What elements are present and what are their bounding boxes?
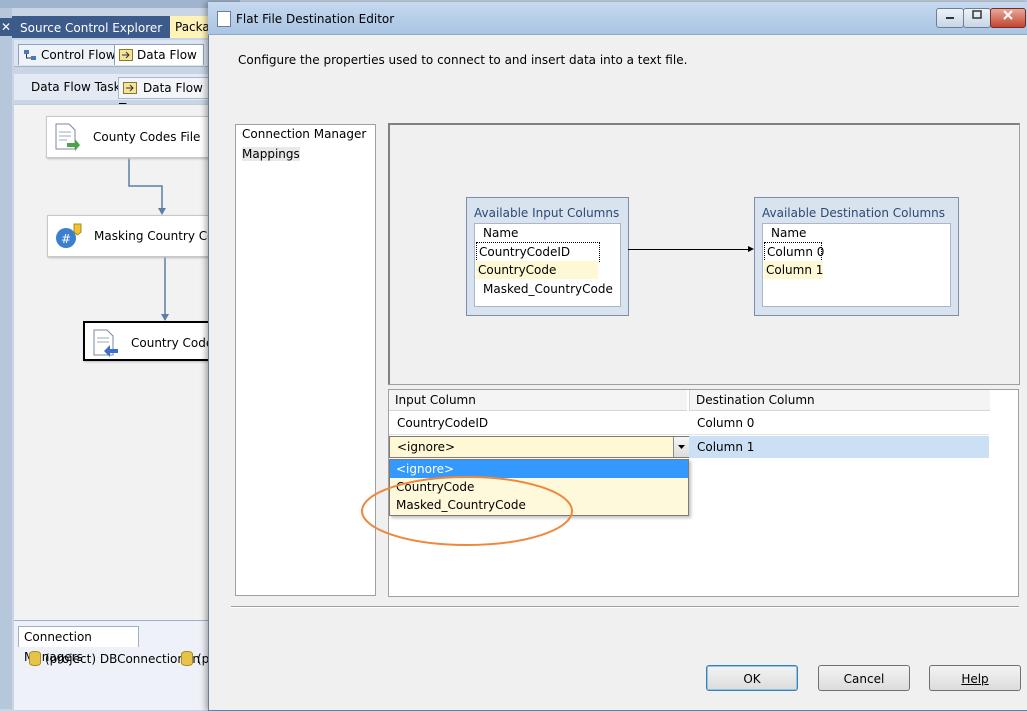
control-flow-icon xyxy=(23,47,37,60)
data-flow-icon xyxy=(119,47,133,61)
destination-columns-header: Name xyxy=(771,226,807,240)
tab-source-control-explorer[interactable]: Source Control Explorer xyxy=(12,18,178,38)
destination-column-row[interactable]: Column 0 xyxy=(764,242,824,262)
grid-header-destination-column[interactable]: Destination Column xyxy=(689,390,990,411)
close-icon[interactable]: ✕ xyxy=(0,18,12,36)
database-icon xyxy=(181,651,193,666)
data-flow-task-label: Data Flow Task: xyxy=(31,80,125,94)
close-button[interactable] xyxy=(990,8,1026,28)
input-column-row[interactable]: CountryCodeID xyxy=(476,242,600,262)
tab-connection-managers[interactable]: Connection Managers xyxy=(18,626,139,664)
connection-manager-label: (project) DBConnection In xyxy=(45,652,200,666)
help-button[interactable]: Help xyxy=(929,665,1021,691)
combobox-value: <ignore> xyxy=(397,440,456,454)
grid-cell-input[interactable]: CountryCodeID xyxy=(389,412,689,435)
maximize-button[interactable] xyxy=(963,8,991,28)
mapping-line xyxy=(628,249,752,250)
input-columns-header: Name xyxy=(483,226,519,240)
input-column-row[interactable]: Masked_CountryCode xyxy=(481,280,615,298)
node-masking-country-code[interactable]: # Masking Country Code D xyxy=(47,215,243,257)
flat-file-destination-icon xyxy=(91,329,119,357)
dialog-separator xyxy=(231,606,1019,608)
nav-mappings[interactable]: Mappings xyxy=(242,147,300,161)
ide-left-edge xyxy=(0,8,12,709)
tab-data-flow-label: Data Flow xyxy=(137,48,197,62)
grid-cell-destination: Column 1 xyxy=(689,436,989,458)
connection-manager-item[interactable]: (p xyxy=(181,650,209,668)
dropdown-option-ignore[interactable]: <ignore> xyxy=(390,460,688,478)
dialog-title: Flat File Destination Editor xyxy=(236,12,395,26)
destination-column-row[interactable]: Column 1 xyxy=(764,261,823,279)
chevron-down-icon xyxy=(678,445,685,449)
input-columns-caption: Available Input Columns xyxy=(474,206,620,220)
node-county-codes-file[interactable]: County Codes File xyxy=(46,116,218,158)
grid-header-input-column[interactable]: Input Column xyxy=(389,390,687,411)
cancel-button[interactable]: Cancel xyxy=(818,665,910,691)
minimize-icon xyxy=(946,17,954,19)
connection-manager-item[interactable]: (project) DBConnection In xyxy=(29,650,200,668)
combobox-dropdown-button[interactable] xyxy=(673,437,689,457)
data-flow-task-icon xyxy=(123,80,137,94)
node-country-codes-destination[interactable]: Country Codes C xyxy=(83,321,232,361)
available-destination-columns: Available Destination Columns Name Colum… xyxy=(754,197,959,316)
close-icon xyxy=(1003,10,1013,20)
tab-control-flow-label: Control Flow xyxy=(41,48,116,62)
database-icon xyxy=(29,651,41,666)
maximize-icon xyxy=(972,10,982,19)
nav-connection-manager[interactable]: Connection Manager xyxy=(242,127,366,141)
tab-data-flow[interactable]: Data Flow xyxy=(114,44,204,65)
data-flow-task-select[interactable]: Data Flow Ta xyxy=(118,77,216,115)
dropdown-option-masked-countrycode[interactable]: Masked_CountryCode xyxy=(390,496,688,514)
combobox-dropdown-list: <ignore> CountryCode Masked_CountryCode xyxy=(389,459,689,516)
dialog-app-icon xyxy=(217,11,231,27)
minimize-button[interactable] xyxy=(936,8,964,28)
ide-top-strip xyxy=(0,0,240,8)
node-label: County Codes File xyxy=(93,130,201,144)
dialog-nav-pane xyxy=(235,124,376,596)
script-component-icon: # xyxy=(54,222,82,250)
destination-columns-caption: Available Destination Columns xyxy=(762,206,946,220)
svg-text:#: # xyxy=(61,232,71,246)
dialog-instruction: Configure the properties used to connect… xyxy=(238,53,688,67)
ok-button[interactable]: OK xyxy=(706,665,798,691)
input-column-row[interactable]: CountryCode xyxy=(476,261,598,279)
available-input-columns: Available Input Columns Name CountryCode… xyxy=(466,197,629,316)
grid-cell-destination: Column 0 xyxy=(689,412,989,435)
dropdown-option-countrycode[interactable]: CountryCode xyxy=(390,478,688,496)
flat-file-source-icon xyxy=(53,123,81,151)
tab-control-flow[interactable]: Control Flow xyxy=(18,44,123,65)
